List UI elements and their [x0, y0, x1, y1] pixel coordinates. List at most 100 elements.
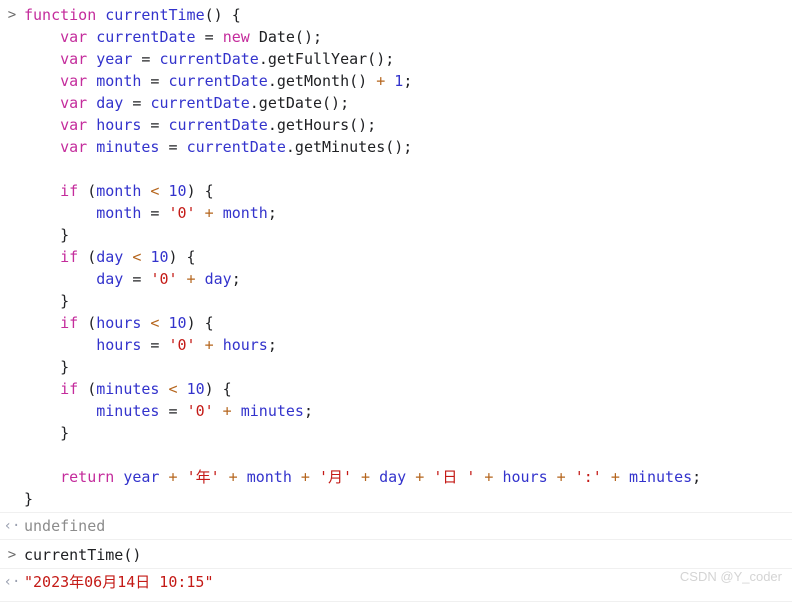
code-token-ident: hours — [502, 468, 548, 486]
code-token-ident: month — [96, 72, 142, 90]
code-token-str: '0' — [168, 336, 196, 354]
code-token-ident: minutes — [96, 380, 160, 398]
code-line: day = '0' + day; — [24, 268, 792, 290]
code-token-ident: day — [204, 270, 232, 288]
code-token-punc: ; — [231, 270, 241, 288]
code-token-ident: month — [96, 204, 142, 222]
console-code-block: currentTime() — [24, 544, 792, 566]
code-line: month = '0' + month; — [24, 202, 792, 224]
code-token-punc — [24, 72, 60, 90]
code-token-ident: hours — [96, 314, 142, 332]
code-token-op: + — [291, 468, 319, 486]
code-token-op: + — [195, 204, 223, 222]
code-token-op: + — [195, 336, 223, 354]
code-line: "2023年06月14日 10:15" — [24, 571, 792, 593]
console-input-entry[interactable]: > function currentTime() { var currentDat… — [0, 0, 792, 512]
code-token-punc: ) { — [204, 380, 232, 398]
code-token-ident: year — [123, 468, 160, 486]
code-token-punc: ) { — [186, 182, 214, 200]
code-token-punc: } — [24, 358, 70, 376]
code-token-ident: year — [96, 50, 133, 68]
code-token-punc — [24, 204, 96, 222]
code-token-op: < — [141, 314, 169, 332]
code-token-punc: } — [24, 490, 34, 508]
devtools-console-panel[interactable]: > function currentTime() { var currentDat… — [0, 0, 792, 602]
code-token-punc: ( — [78, 248, 97, 266]
console-output-entry[interactable]: ‹· undefined — [0, 512, 792, 539]
code-token-num: 10 — [168, 182, 187, 200]
code-token-punc — [24, 116, 60, 134]
code-token-op: < — [123, 248, 151, 266]
code-token-kw: var — [60, 116, 97, 134]
code-line: var day = currentDate.getDate(); — [24, 92, 792, 114]
code-token-ident: minutes — [240, 402, 304, 420]
watermark-label: CSDN @Y_coder — [679, 569, 782, 584]
return-arrow-icon: ‹· — [3, 574, 21, 590]
return-arrow-icon: ‹· — [3, 518, 21, 534]
prompt-arrow-icon: > — [7, 547, 17, 563]
code-line: var year = currentDate.getFullYear(); — [24, 48, 792, 70]
console-code-block: undefined — [24, 515, 792, 537]
code-line: function currentTime() { — [24, 4, 792, 26]
code-token-punc: ( — [78, 182, 97, 200]
code-token-ident: minutes — [96, 138, 160, 156]
prompt-arrow-icon: > — [7, 7, 17, 23]
code-token-op: + — [213, 402, 241, 420]
code-token-op: + — [177, 270, 205, 288]
console-code-block: function currentTime() { var currentDate… — [24, 4, 792, 510]
code-line: } — [24, 224, 792, 246]
code-token-ident: month — [246, 468, 292, 486]
code-line: var hours = currentDate.getHours(); — [24, 114, 792, 136]
code-token-punc: ( — [78, 380, 97, 398]
code-line: if (hours < 10) { — [24, 312, 792, 334]
code-token-op: < — [141, 182, 169, 200]
code-line: return year + '年' + month + '月' + day + … — [24, 466, 792, 488]
code-line: undefined — [24, 515, 792, 537]
code-token-punc — [24, 380, 60, 398]
code-token-kw: var — [60, 50, 97, 68]
code-token-op: + — [547, 468, 575, 486]
code-token-op: + — [352, 468, 380, 486]
code-token-str: '0' — [168, 204, 196, 222]
code-token-ident: day — [96, 94, 124, 112]
code-token-str: ':' — [574, 468, 602, 486]
console-output-entry[interactable]: ‹· "2023年06月14日 10:15" — [0, 568, 792, 595]
code-token-punc: ; — [267, 336, 277, 354]
code-token-ident: currentDate — [150, 94, 250, 112]
code-token-kw: return — [60, 468, 124, 486]
code-token-plain: .getMinutes(); — [285, 138, 413, 156]
code-line: if (minutes < 10) { — [24, 378, 792, 400]
code-token-plain: .getFullYear(); — [258, 50, 395, 68]
code-token-kw: if — [60, 248, 79, 266]
code-token-ident: currentDate — [159, 50, 259, 68]
code-token-punc: ; — [267, 204, 277, 222]
code-token-punc: = — [141, 116, 169, 134]
code-token-kw: if — [60, 182, 79, 200]
code-token-kw: var — [60, 72, 97, 90]
code-token-kw: var — [60, 94, 97, 112]
code-token-op: + — [601, 468, 629, 486]
code-token-kw: new — [222, 28, 259, 46]
code-token-punc: } — [24, 226, 70, 244]
console-input-entry[interactable]: > currentTime() — [0, 539, 792, 568]
code-line: } — [24, 356, 792, 378]
code-token-punc: = — [159, 138, 187, 156]
code-token-ident: hours — [96, 336, 142, 354]
code-token-str: '月' — [318, 468, 353, 486]
code-token-punc: = — [123, 94, 151, 112]
code-token-punc: = — [141, 72, 169, 90]
code-token-fname: currentTime — [105, 6, 205, 24]
code-token-str: '0' — [186, 402, 214, 420]
code-token-punc — [24, 138, 60, 156]
code-token-ident: hours — [222, 336, 268, 354]
code-token-kw: if — [60, 314, 79, 332]
code-token-op: + — [475, 468, 503, 486]
code-line: var currentDate = new Date(); — [24, 26, 792, 48]
code-token-plain: .getDate(); — [249, 94, 350, 112]
code-token-ident: minutes — [628, 468, 693, 486]
code-token-ident: day — [379, 468, 407, 486]
code-token-ident: hours — [96, 116, 142, 134]
code-token-punc: } — [24, 292, 70, 310]
code-token-num: 1 — [394, 72, 404, 90]
